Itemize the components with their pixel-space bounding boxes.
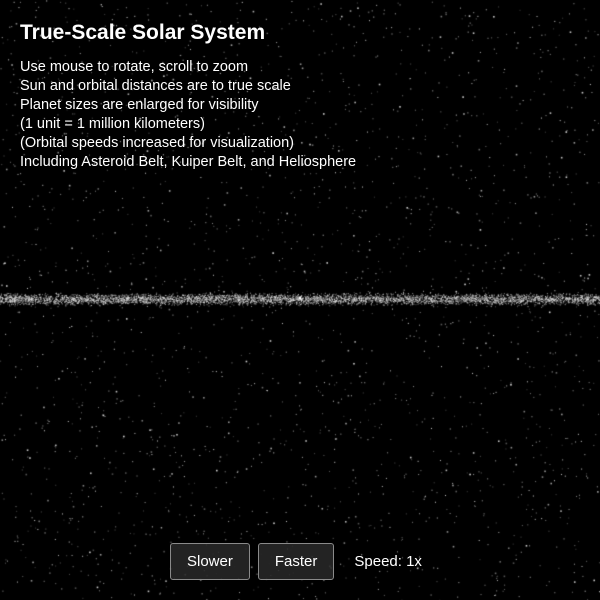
page-title: True-Scale Solar System <box>20 21 266 44</box>
speed-controls: Slower Faster Speed: 1x <box>170 543 422 580</box>
info-line-units: (1 unit = 1 million kilometers) <box>20 116 205 132</box>
faster-button[interactable]: Faster <box>257 543 335 580</box>
info-line-scale: Sun and orbital distances are to true sc… <box>20 78 291 94</box>
info-line-planet-sizes: Planet sizes are enlarged for visibility <box>20 97 259 113</box>
slower-button[interactable]: Slower <box>170 543 250 580</box>
info-line-controls: Use mouse to rotate, scroll to zoom <box>20 59 249 75</box>
speed-indicator: Speed: 1x <box>354 553 422 570</box>
info-line-speeds: (Orbital speeds increased for visualizat… <box>20 135 295 151</box>
info-panel: True-Scale Solar System Use mouse to rot… <box>20 20 580 172</box>
info-line-features: Including Asteroid Belt, Kuiper Belt, an… <box>20 154 357 170</box>
